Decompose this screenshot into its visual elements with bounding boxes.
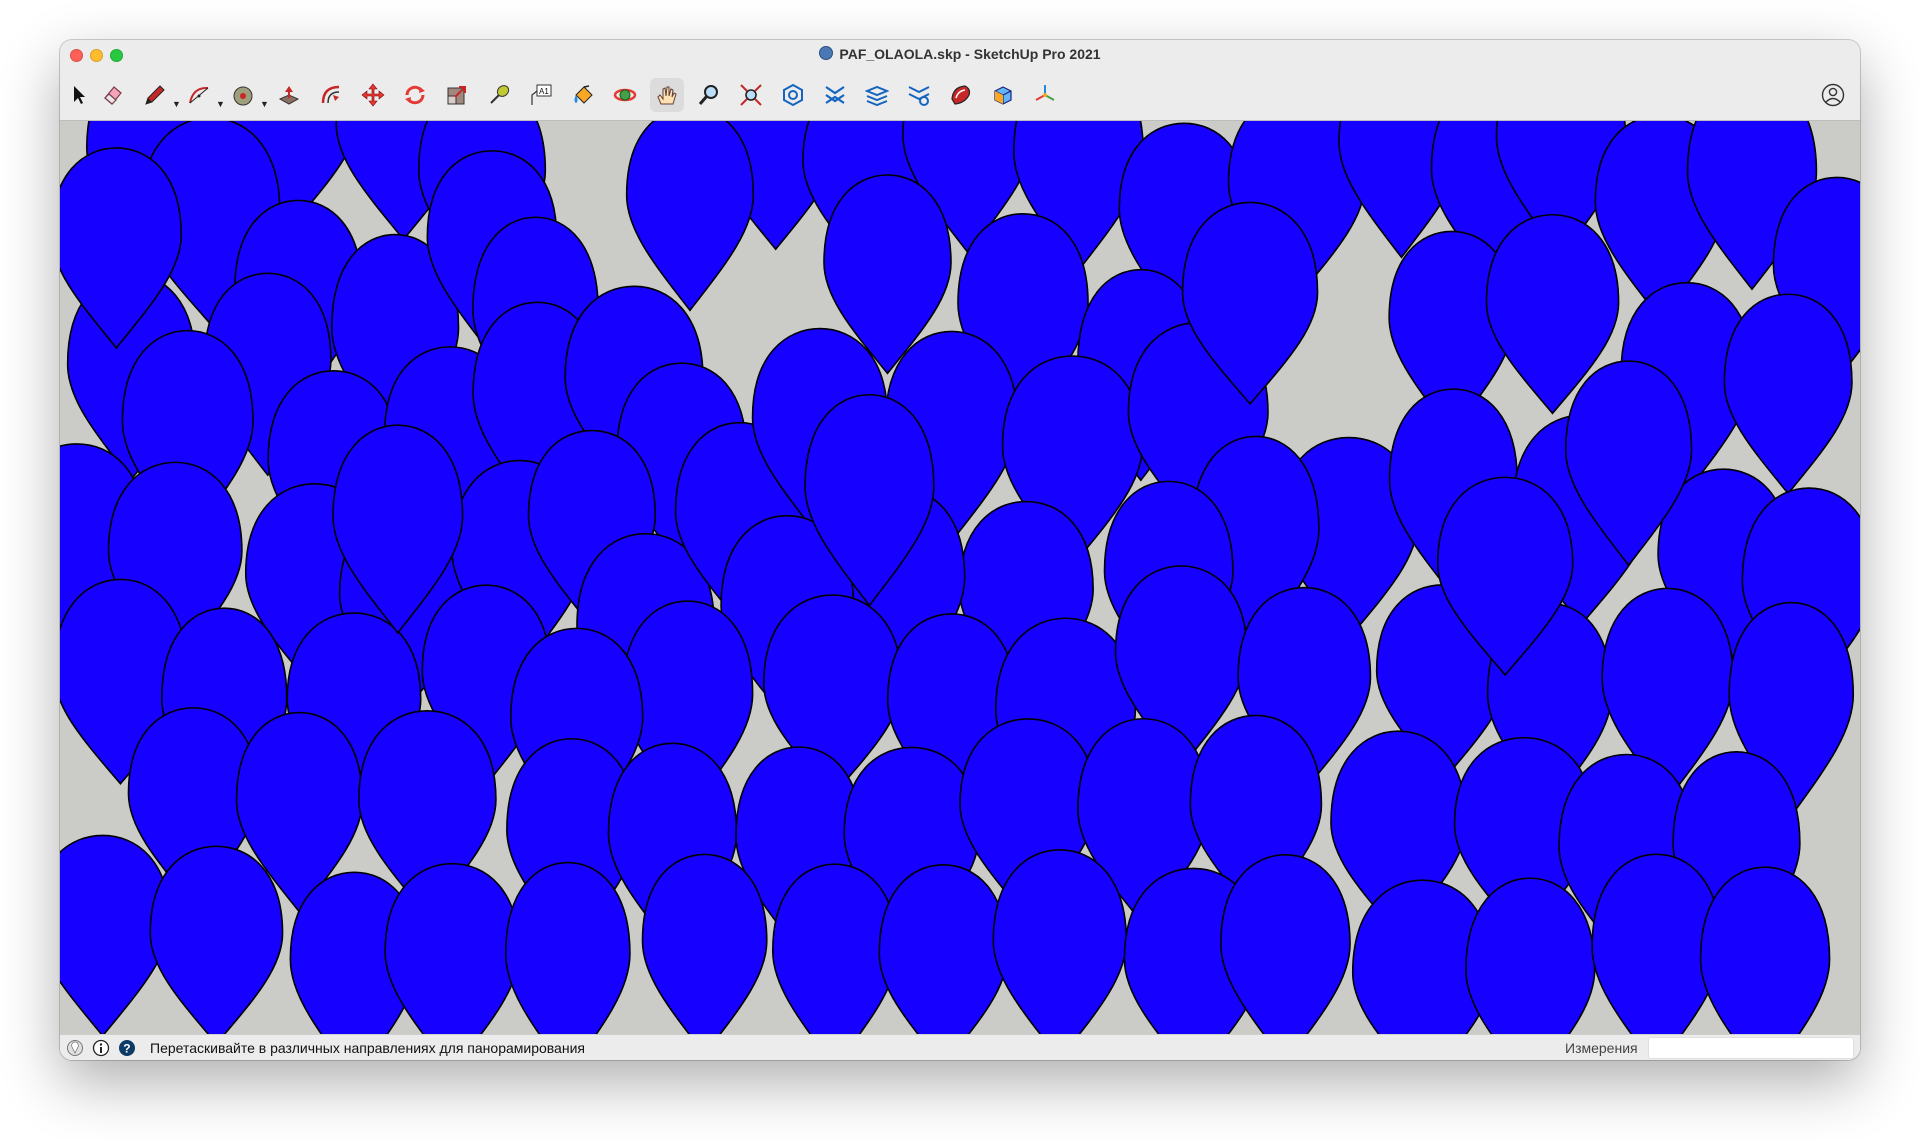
status-bar: ? Перетаскивайте в различных направления…	[60, 1034, 1860, 1060]
cube-icon	[994, 86, 1012, 105]
window-title: PAF_OLAOLA.skp - SketchUp Pro 2021	[839, 46, 1101, 62]
paint-bucket-icon	[574, 85, 593, 104]
tape-measure-tool-button[interactable]	[482, 78, 516, 112]
arc-dropdown-chevron-icon[interactable]: ▼	[216, 99, 225, 109]
pan-tool-button[interactable]	[650, 78, 684, 112]
zoom-extents-icon	[740, 84, 762, 106]
measurements-label: Измерения	[1565, 1040, 1638, 1056]
extension-manager-icon	[908, 86, 930, 106]
3d-warehouse-button[interactable]	[776, 78, 810, 112]
balloon[interactable]	[1699, 866, 1831, 1035]
line-tool-button[interactable]	[138, 78, 172, 112]
model-viewport[interactable]	[60, 120, 1860, 1035]
eraser-tool-button[interactable]	[96, 78, 130, 112]
push-pull-tool-button[interactable]	[272, 78, 306, 112]
extension-warehouse-button[interactable]	[818, 78, 852, 112]
extension-warehouse-icon	[825, 86, 845, 104]
text-label-icon: A1	[531, 84, 552, 105]
window-title-wrap: PAF_OLAOLA.skp - SketchUp Pro 2021	[60, 46, 1860, 62]
paint-bucket-tool-button[interactable]	[566, 78, 600, 112]
rotate-icon	[405, 85, 425, 105]
shapes-icon	[233, 86, 253, 106]
offset-icon	[321, 85, 340, 104]
help-icon[interactable]: ?	[118, 1039, 136, 1057]
account-icon	[1821, 83, 1845, 107]
eraser-icon	[104, 86, 122, 105]
geo-location-icon[interactable]	[66, 1039, 84, 1057]
move-tool-button[interactable]	[356, 78, 390, 112]
balloon[interactable]	[504, 861, 631, 1035]
line-dropdown-chevron-icon[interactable]: ▼	[172, 99, 181, 109]
svg-text:?: ?	[123, 1042, 130, 1056]
scale-icon	[447, 86, 466, 105]
extension-manager-button[interactable]	[902, 78, 936, 112]
balloon[interactable]	[384, 862, 521, 1035]
balloon[interactable]	[992, 849, 1128, 1035]
balloon[interactable]	[1465, 877, 1596, 1035]
select-tool-button[interactable]	[62, 78, 96, 112]
balloon[interactable]	[1723, 293, 1853, 495]
title-bar: PAF_OLAOLA.skp - SketchUp Pro 2021	[60, 40, 1860, 70]
arc-tool-button[interactable]	[182, 78, 216, 112]
shapes-dropdown-chevron-icon[interactable]: ▼	[260, 99, 269, 109]
measurements-input[interactable]	[1648, 1037, 1854, 1059]
text-tool-button[interactable]: A1	[524, 78, 558, 112]
offset-tool-button[interactable]	[314, 78, 348, 112]
balloon[interactable]	[878, 864, 1009, 1035]
ruby-icon	[951, 85, 971, 105]
info-icon[interactable]	[92, 1039, 110, 1057]
arrow-cursor-icon	[74, 86, 85, 104]
tape-measure-icon	[490, 85, 510, 104]
main-toolbar: ▼ ▼ ▼ A1	[60, 70, 1860, 120]
balloon-model[interactable]	[60, 121, 1860, 1035]
layout-button[interactable]	[860, 78, 894, 112]
components-button[interactable]	[986, 78, 1020, 112]
shapes-tool-button[interactable]	[226, 78, 260, 112]
rotate-tool-button[interactable]	[398, 78, 432, 112]
svg-text:A1: A1	[539, 87, 549, 96]
orbit-icon	[613, 88, 637, 102]
move-icon	[361, 83, 385, 107]
sketchup-document-icon	[819, 46, 834, 60]
balloon[interactable]	[771, 863, 898, 1035]
axes-tool-button[interactable]	[1028, 78, 1062, 112]
pencil-icon	[145, 85, 165, 105]
balloon[interactable]	[641, 853, 768, 1035]
layout-stack-icon	[865, 85, 889, 107]
ruby-console-button[interactable]	[944, 78, 978, 112]
push-pull-icon	[278, 86, 300, 105]
zoom-tool-button[interactable]	[692, 78, 726, 112]
account-button[interactable]	[1816, 78, 1850, 112]
sketchup-window: PAF_OLAOLA.skp - SketchUp Pro 2021 ▼ ▼ ▼	[60, 40, 1860, 1060]
scale-tool-button[interactable]	[440, 78, 474, 112]
status-message: Перетаскивайте в различных направлениях …	[150, 1040, 585, 1056]
zoom-extents-tool-button[interactable]	[734, 78, 768, 112]
axes-icon	[1035, 85, 1055, 101]
magnifier-icon	[698, 85, 718, 105]
balloon[interactable]	[625, 121, 755, 312]
arc-icon	[189, 86, 209, 104]
hand-pan-icon	[657, 86, 677, 105]
balloon[interactable]	[149, 845, 284, 1035]
orbit-tool-button[interactable]	[608, 78, 642, 112]
warehouse-icon	[783, 83, 803, 107]
